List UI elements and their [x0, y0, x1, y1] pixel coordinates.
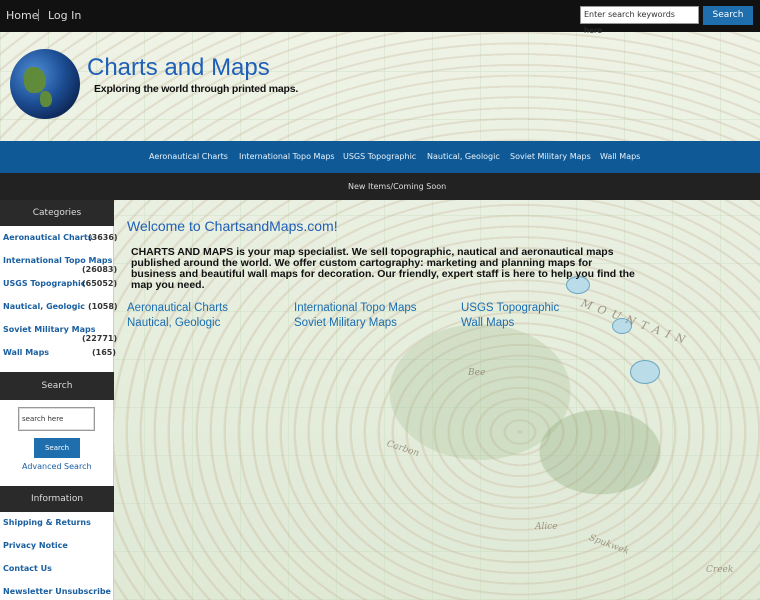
- nav-new-items[interactable]: New Items/Coming Soon: [348, 182, 446, 191]
- sidebar-category-link[interactable]: Nautical, Geologic: [3, 302, 85, 311]
- sidebar-category-count: (3636): [88, 233, 118, 242]
- categories-heading: Categories: [0, 200, 114, 226]
- contact-us-link[interactable]: Contact Us: [3, 564, 52, 573]
- main-link-wall-maps[interactable]: Wall Maps: [461, 317, 514, 329]
- globe-continent: [40, 91, 52, 107]
- globe-continent: [24, 67, 46, 93]
- main-link-international-topo-maps[interactable]: International Topo Maps: [294, 302, 417, 314]
- header-search-input[interactable]: Enter search keywords here: [580, 6, 699, 35]
- home-link[interactable]: Home: [6, 9, 38, 22]
- sidebar-category-count: (1058): [88, 302, 118, 311]
- nav-wall-maps[interactable]: Wall Maps: [600, 152, 640, 161]
- sidebar-category-link[interactable]: USGS Topographic: [3, 279, 85, 288]
- top-bar: Home Log In Enter search keywords here S…: [0, 0, 760, 35]
- main-link-aeronautical-charts[interactable]: Aeronautical Charts: [127, 302, 228, 314]
- newsletter-unsubscribe-link[interactable]: Newsletter Unsubscribe: [3, 587, 111, 596]
- sidebar-category-link[interactable]: International Topo Maps: [3, 256, 112, 265]
- topographic-background: [0, 32, 760, 600]
- sidebar-category-count: (65052): [82, 279, 118, 288]
- main-link-soviet-military-maps[interactable]: Soviet Military Maps: [294, 317, 397, 329]
- site-title[interactable]: Charts and Maps: [87, 54, 270, 82]
- nav-soviet-military-maps[interactable]: Soviet Military Maps: [510, 152, 591, 161]
- globe-logo-icon[interactable]: [10, 49, 80, 119]
- nav-international-topo-maps[interactable]: International Topo Maps: [239, 152, 335, 161]
- sidebar-category-count: (26083): [82, 265, 118, 274]
- top-separator: [38, 9, 39, 21]
- sidebar-category-link[interactable]: Wall Maps: [3, 348, 49, 357]
- main-link-nautical-geologic[interactable]: Nautical, Geologic: [127, 317, 220, 329]
- secondary-nav: New Items/Coming Soon: [0, 173, 760, 200]
- sidebar-category-count: (22771): [82, 334, 118, 343]
- sidebar-category-link[interactable]: Aeronautical Charts: [3, 233, 93, 242]
- information-heading: Information: [0, 486, 114, 512]
- map-lake: [630, 360, 660, 384]
- map-label: Alice: [535, 522, 558, 532]
- map-label: Bee: [468, 368, 486, 378]
- shipping-returns-link[interactable]: Shipping & Returns: [3, 518, 91, 527]
- site-tagline: Exploring the world through printed maps…: [94, 83, 299, 95]
- sidebar-category-link[interactable]: Soviet Military Maps: [3, 325, 95, 334]
- advanced-search-link[interactable]: Advanced Search: [22, 462, 92, 471]
- sidebar-search-button[interactable]: Search: [34, 438, 80, 458]
- sidebar-category-count: (165): [92, 348, 117, 357]
- intro-paragraph: CHARTS AND MAPS is your map specialist. …: [131, 247, 636, 291]
- search-heading: Search: [0, 372, 114, 400]
- nav-nautical-geologic[interactable]: Nautical, Geologic: [427, 152, 500, 161]
- privacy-notice-link[interactable]: Privacy Notice: [3, 541, 68, 550]
- nav-usgs-topographic[interactable]: USGS Topographic: [343, 152, 416, 161]
- sidebar-search-input[interactable]: search here: [18, 407, 95, 431]
- main-nav: Aeronautical Charts International Topo M…: [0, 141, 760, 173]
- welcome-heading: Welcome to ChartsandMaps.com!: [127, 218, 338, 234]
- login-link[interactable]: Log In: [48, 9, 81, 22]
- nav-aeronautical-charts[interactable]: Aeronautical Charts: [149, 152, 228, 161]
- main-link-usgs-topographic[interactable]: USGS Topographic: [461, 302, 559, 314]
- header-search-button[interactable]: Search: [703, 6, 753, 25]
- sidebar: Categories Aeronautical Charts (3636) In…: [0, 200, 118, 600]
- map-label: Creek: [706, 565, 734, 575]
